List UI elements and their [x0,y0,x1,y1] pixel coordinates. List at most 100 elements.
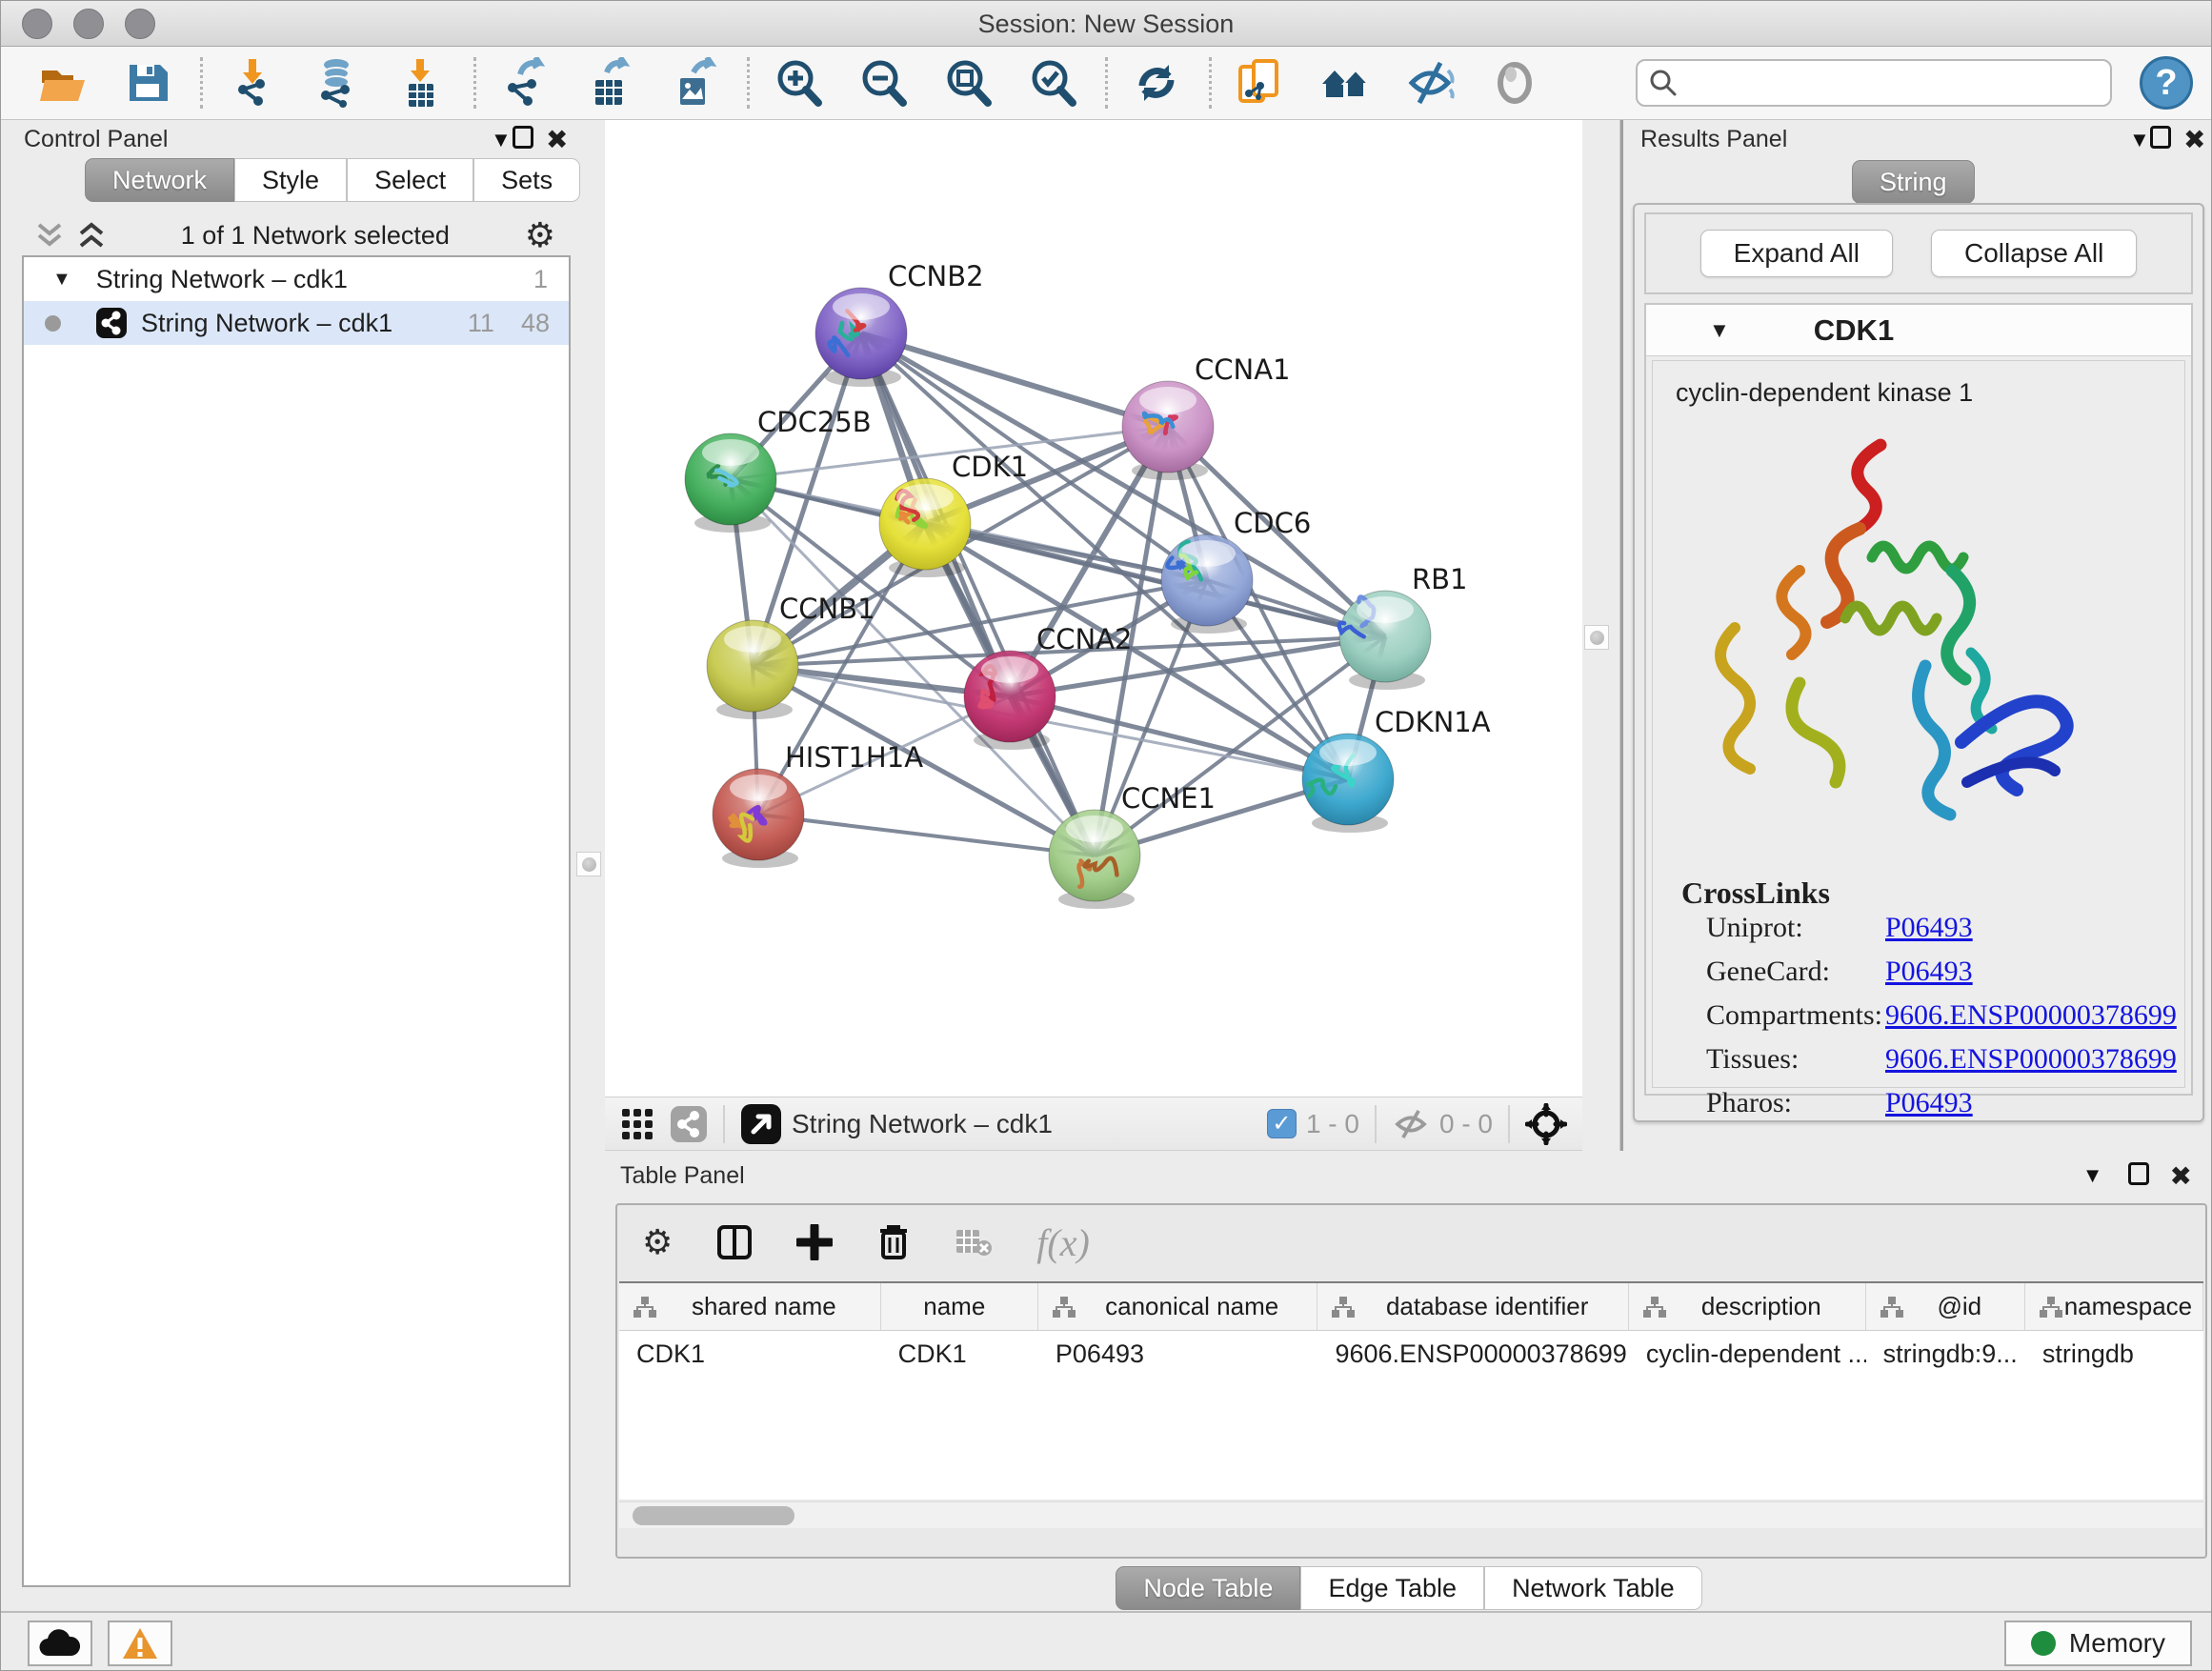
column-label: shared name [657,1292,880,1321]
warning-status-button[interactable] [108,1621,172,1666]
table-cell[interactable]: CDK1 [619,1331,881,1377]
close-panel-icon[interactable]: ✖ [546,124,568,155]
column-header-namespace[interactable]: namespace [2025,1283,2203,1330]
export-network-button[interactable] [497,55,553,111]
network-node-CCNE1[interactable]: CCNE1 [1049,782,1216,909]
add-column-icon[interactable] [796,1224,833,1260]
column-header-shared-name[interactable]: shared name [619,1283,881,1330]
network-edge-CCNB2-CCNE1[interactable] [861,333,1095,856]
memory-button[interactable]: Memory [2004,1621,2192,1666]
column-header-database-identifier[interactable]: database identifier [1317,1283,1628,1330]
import-database-button[interactable] [309,55,364,111]
column-header--id[interactable]: @id [1866,1283,2025,1330]
network-node-CDKN1A[interactable]: CDKN1A [1302,706,1491,833]
column-header-description[interactable]: description [1629,1283,1866,1330]
cloud-status-button[interactable] [28,1621,92,1666]
left-splitter-handle[interactable] [576,852,601,876]
gene-entry-header[interactable]: ▼ CDK1 [1646,305,2191,356]
open-session-button[interactable] [35,55,90,111]
column-header-name[interactable]: name [881,1283,1038,1330]
float-panel-icon[interactable] [2150,126,2171,153]
tab-edge-table[interactable]: Edge Table [1300,1566,1484,1610]
tab-style[interactable]: Style [234,158,347,202]
tab-string[interactable]: String [1852,160,1975,204]
network-node-HIST1H1A[interactable]: HIST1H1A [713,741,923,868]
collapse-panel-icon[interactable]: ▼ [491,128,512,152]
tab-sets[interactable]: Sets [473,158,580,202]
table-options-gear-icon[interactable]: ⚙ [642,1225,673,1259]
zoom-out-button[interactable] [855,55,911,111]
zoom-selected-button[interactable] [1025,55,1080,111]
table-cell[interactable]: stringdb [2025,1331,2203,1377]
show-columns-icon[interactable] [716,1224,753,1260]
hidden-eye-icon[interactable] [1392,1105,1430,1143]
export-image-button[interactable] [667,55,722,111]
crosslink-link[interactable]: 9606.ENSP00000378699 [1885,1043,2177,1076]
open-in-window-icon[interactable] [740,1103,782,1145]
node-table[interactable]: shared namenamecanonical namedatabase id… [619,1281,2203,1500]
hide-selected-button[interactable] [1402,55,1458,111]
table-cell[interactable]: cyclin-dependent ... [1629,1331,1866,1377]
delete-column-icon[interactable] [876,1223,911,1261]
column-namespace-icon [2039,1296,2063,1319]
crosslink-link[interactable]: P06493 [1885,912,1973,944]
tab-select[interactable]: Select [347,158,473,202]
node-position-icon[interactable] [1525,1103,1567,1145]
expand-all-icon[interactable] [77,221,106,250]
delete-table-icon[interactable] [955,1226,993,1258]
scrollbar-thumb[interactable] [633,1506,794,1525]
network-row[interactable]: String Network – cdk1 11 48 [24,301,569,345]
table-cell[interactable]: P06493 [1038,1331,1318,1377]
expand-all-button[interactable]: Expand All [1700,230,1893,277]
column-header-canonical-name[interactable]: canonical name [1038,1283,1318,1330]
collapse-panel-icon[interactable]: ▼ [2129,128,2150,152]
tab-network[interactable]: Network [85,158,234,202]
float-panel-icon[interactable] [513,126,533,153]
show-all-button[interactable] [1487,55,1542,111]
network-edge-HIST1H1A-CCNE1[interactable] [758,815,1095,856]
table-cell[interactable]: CDK1 [881,1331,1038,1377]
refresh-button[interactable] [1129,55,1184,111]
close-panel-icon[interactable]: ✖ [2183,124,2205,155]
tab-node-table[interactable]: Node Table [1116,1566,1300,1610]
birds-eye-view-icon[interactable] [620,1107,654,1141]
network-canvas[interactable]: CCNB2CCNA1CDC25BCDK1CDC6RB1CCNB1CCNA2CDK… [605,120,1582,1097]
network-options-gear-icon[interactable]: ⚙ [525,218,555,252]
import-network-button[interactable] [224,55,279,111]
table-horizontal-scrollbar[interactable] [619,1501,2203,1528]
crosslink-link[interactable]: P06493 [1885,956,1973,988]
network-collection-row[interactable]: ▼ String Network – cdk1 1 [24,257,569,301]
export-table-button[interactable] [582,55,637,111]
crosslink-link[interactable]: 9606.ENSP00000378699 [1885,999,2177,1032]
selected-nodes-checkbox[interactable]: ✓ [1267,1109,1297,1138]
string-view-icon[interactable] [670,1105,708,1143]
collapse-all-icon[interactable] [35,221,64,250]
right-splitter-handle[interactable] [1584,625,1609,650]
home-button[interactable] [1317,55,1373,111]
collapse-panel-icon[interactable]: ▼ [2082,1163,2103,1188]
first-neighbors-button[interactable] [1233,55,1288,111]
collapse-entry-icon[interactable]: ▼ [1709,318,1730,343]
network-edge-CCNB2-CCNA1[interactable] [861,333,1168,427]
close-panel-icon[interactable]: ✖ [2170,1160,2192,1192]
table-row[interactable]: CDK1CDK1P064939606.ENSP00000378699cyclin… [619,1331,2203,1377]
network-node-CDC25B[interactable]: CDC25B [685,406,872,533]
expander-icon[interactable]: ▼ [52,269,71,291]
crosslink-link[interactable]: P06493 [1885,1087,1973,1119]
tab-network-table[interactable]: Network Table [1484,1566,1702,1610]
search-input[interactable] [1687,69,2110,98]
network-node-CDK1[interactable]: CDK1 [879,451,1028,577]
network-node-RB1[interactable]: RB1 [1339,563,1468,690]
function-builder-icon[interactable]: f(x) [1036,1220,1090,1265]
table-cell[interactable]: stringdb:9... [1866,1331,2025,1377]
zoom-in-button[interactable] [771,55,826,111]
collapse-all-button[interactable]: Collapse All [1931,230,2137,277]
table-cell[interactable]: 9606.ENSP00000378699 [1317,1331,1628,1377]
save-session-button[interactable] [120,55,175,111]
search-field[interactable] [1636,59,2112,107]
column-namespace-icon [633,1296,657,1319]
zoom-fit-button[interactable] [940,55,995,111]
float-panel-icon[interactable] [2128,1162,2149,1190]
help-button[interactable]: ? [2140,56,2193,110]
import-table-button[interactable] [393,55,449,111]
